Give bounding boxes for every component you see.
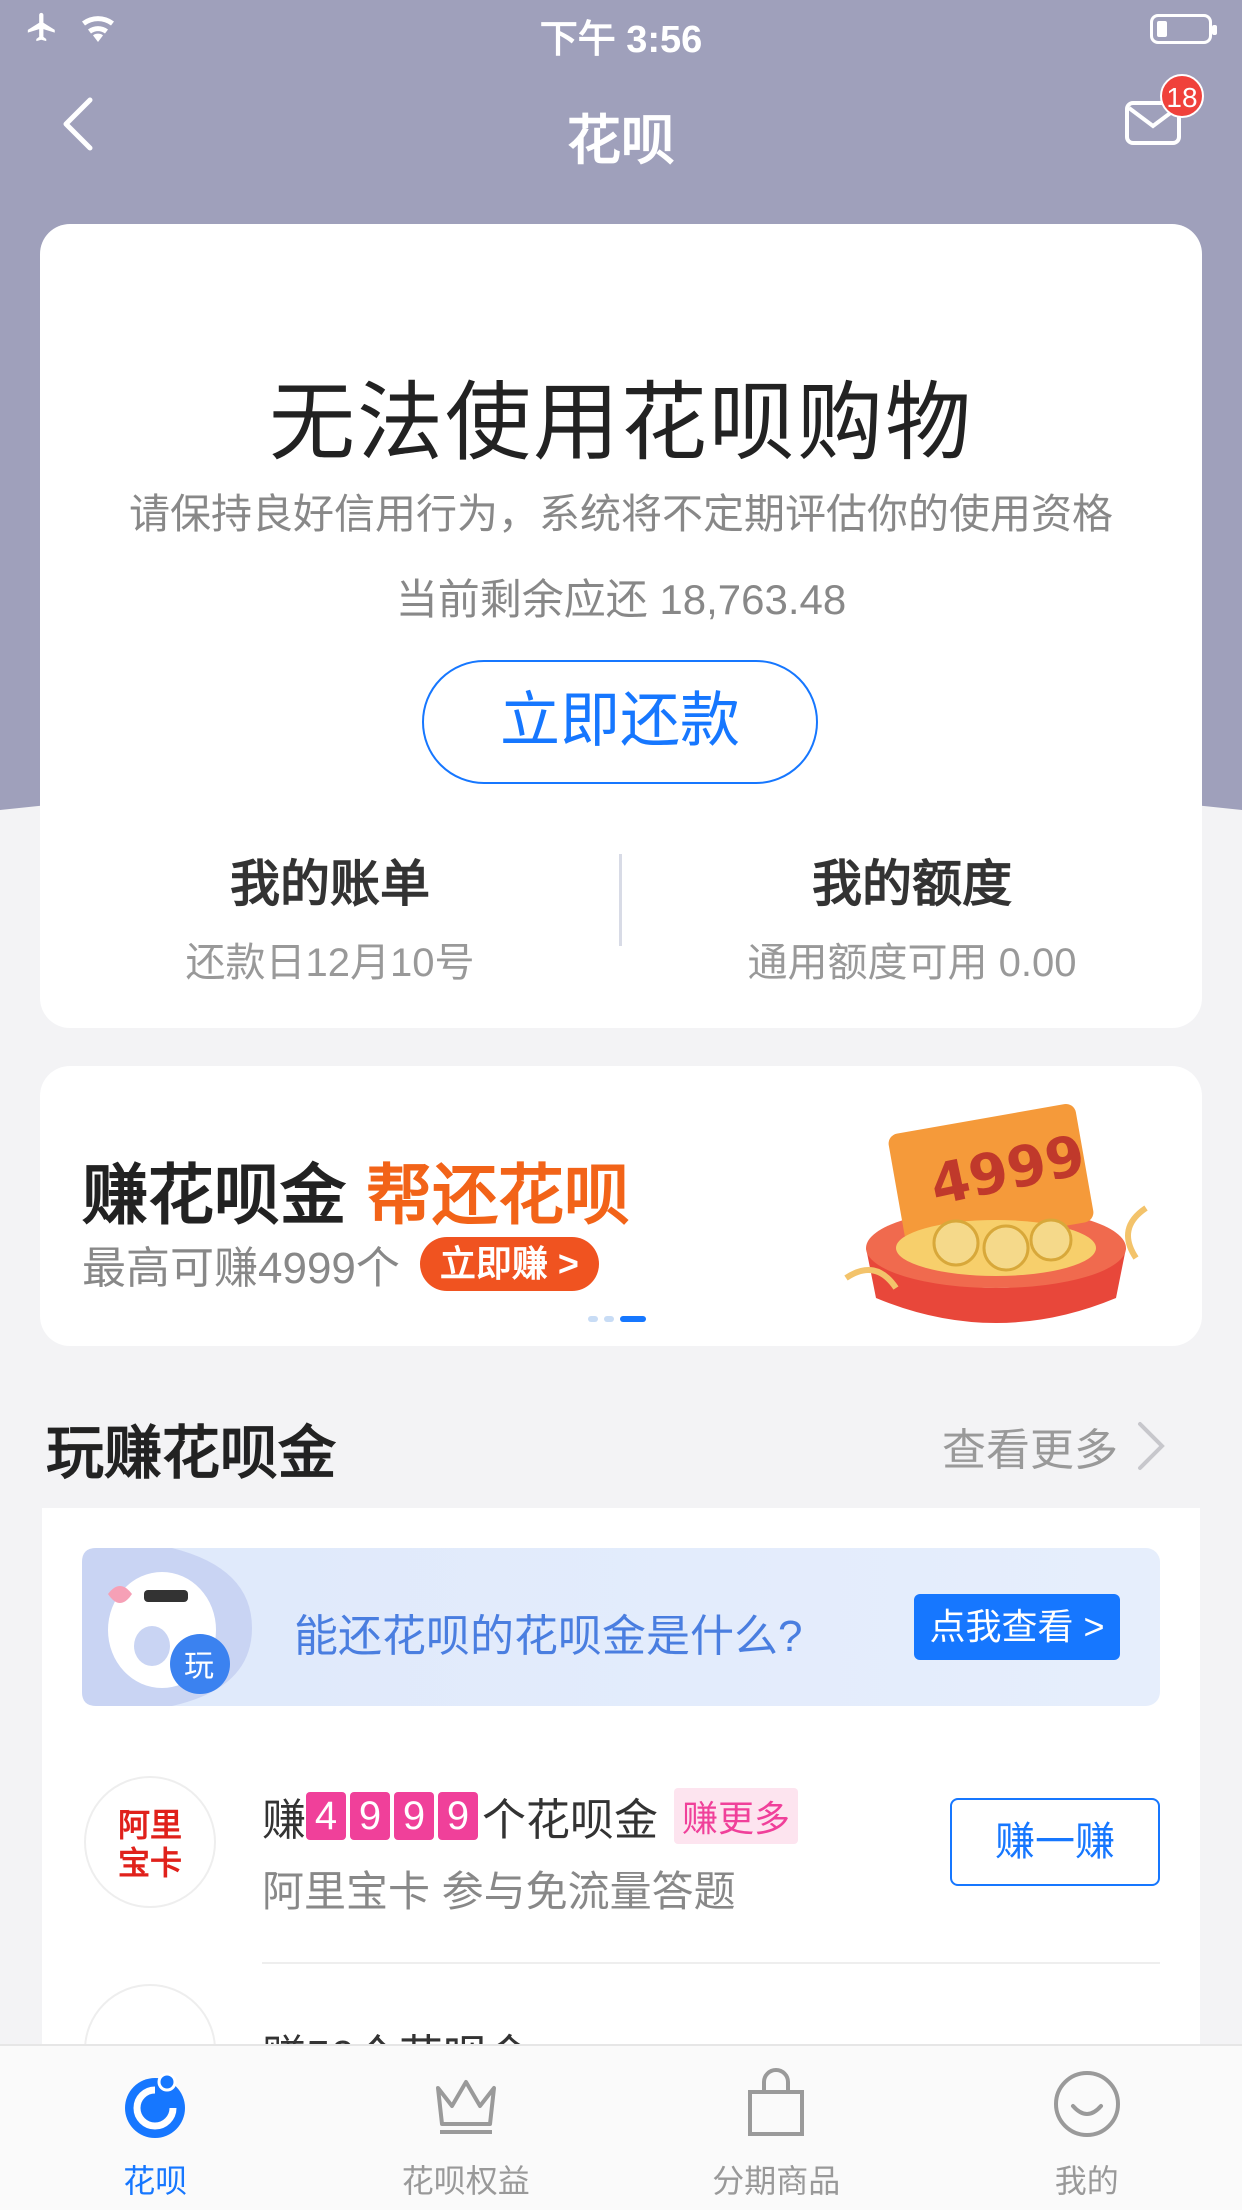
digit-box: 9 <box>438 1792 478 1840</box>
logo-line-1: 阿里 <box>86 1806 214 1844</box>
task-description: 阿里宝卡 参与免流量答题 <box>262 1858 736 1919</box>
my-bill[interactable]: 我的账单 还款日12月10号 <box>40 844 620 988</box>
tab-label: 我的 <box>932 2156 1242 2202</box>
tab-huabei[interactable]: 花呗 <box>0 2046 311 2210</box>
crown-icon <box>430 2068 502 2140</box>
shopping-bag-icon <box>740 2068 812 2140</box>
section-title: 玩赚花呗金 <box>46 1406 336 1490</box>
task-row: 阿里 宝卡 赚 4 9 9 9 个花呗金 赚更多 阿里宝卡 参与免流量答题 赚一… <box>42 1734 1200 1964</box>
earn-more-tag: 赚更多 <box>674 1788 798 1844</box>
battery-icon <box>1150 14 1212 44</box>
promo-headline-main: 赚花呗金 <box>82 1158 346 1232</box>
task-title-prefix: 赚 <box>262 1784 306 1848</box>
info-banner[interactable]: 玩 能还花呗的花呗金是什么? 点我查看 > <box>82 1548 1160 1706</box>
see-more-label: 查看更多 <box>942 1414 1118 1478</box>
earn-now-button[interactable]: 立即赚 > <box>420 1237 599 1291</box>
mascot-badge-text: 玩 <box>184 1649 214 1684</box>
status-time: 下午 3:56 <box>0 8 1242 63</box>
tab-benefits[interactable]: 花呗权益 <box>311 2046 622 2210</box>
info-banner-text: 能还花呗的花呗金是什么? <box>294 1600 802 1664</box>
tab-label: 分期商品 <box>621 2156 932 2202</box>
carousel-dots <box>588 1316 646 1322</box>
status-card: 无法使用花呗购物 请保持良好信用行为，系统将不定期评估你的使用资格 当前剩余应还… <box>40 224 1202 1028</box>
mail-badge: 18 <box>1160 74 1204 118</box>
tab-installment-goods[interactable]: 分期商品 <box>621 2046 932 2210</box>
coin-box-illustration: 4999 <box>836 1098 1156 1328</box>
promo-sub: 最高可赚4999个 <box>82 1232 400 1296</box>
unavailable-title: 无法使用花呗购物 <box>40 352 1202 477</box>
digit-box: 9 <box>394 1792 434 1840</box>
my-limit-title: 我的额度 <box>622 844 1202 916</box>
alibaoka-logo: 阿里 宝卡 <box>84 1776 216 1908</box>
tab-mine[interactable]: 我的 <box>932 2046 1242 2210</box>
my-limit[interactable]: 我的额度 通用额度可用 0.00 <box>622 844 1202 988</box>
my-limit-available: 通用额度可用 0.00 <box>622 930 1202 988</box>
tab-label: 花呗权益 <box>311 2156 622 2202</box>
chevron-right-icon <box>1136 1420 1166 1472</box>
digit-box: 9 <box>350 1792 390 1840</box>
huabei-icon <box>119 2068 191 2140</box>
task-list: 玩 能还花呗的花呗金是什么? 点我查看 > 阿里 宝卡 赚 4 9 9 9 个花… <box>42 1508 1200 2108</box>
digit-box: 4 <box>306 1792 346 1840</box>
check-it-button[interactable]: 点我查看 > <box>914 1594 1120 1660</box>
promo-headline-accent: 帮还花呗 <box>366 1158 630 1232</box>
mascot-avatar-icon: 玩 <box>82 1548 252 1706</box>
task-title-suffix: 个花呗金 <box>482 1784 658 1848</box>
tab-label: 花呗 <box>0 2156 311 2202</box>
page-title: 花呗 <box>0 96 1242 175</box>
repay-now-button[interactable]: 立即还款 <box>422 660 818 784</box>
task-title: 赚 4 9 9 9 个花呗金 赚更多 <box>262 1784 798 1848</box>
my-bill-title: 我的账单 <box>40 844 620 916</box>
section-header: 玩赚花呗金 查看更多 <box>0 1396 1242 1486</box>
tab-bar: 花呗 花呗权益 分期商品 我的 <box>0 2044 1242 2210</box>
status-bar: 下午 3:56 <box>0 0 1242 62</box>
promo-banner[interactable]: 赚花呗金帮还花呗 最高可赚4999个 立即赚 > 4999 <box>40 1066 1202 1346</box>
navigation-bar: 花呗 18 <box>0 70 1242 180</box>
see-more-link[interactable]: 查看更多 <box>942 1414 1166 1478</box>
promo-headline: 赚花呗金帮还花呗 <box>82 1142 630 1238</box>
earn-button[interactable]: 赚一赚 <box>950 1798 1160 1886</box>
my-bill-due-date: 还款日12月10号 <box>40 930 620 988</box>
remaining-due: 当前剩余应还 18,763.48 <box>40 566 1202 627</box>
logo-line-2: 宝卡 <box>86 1844 214 1882</box>
promo-subline: 最高可赚4999个 立即赚 > <box>82 1232 599 1296</box>
smiley-icon <box>1051 2068 1123 2140</box>
unavailable-subtitle: 请保持良好信用行为，系统将不定期评估你的使用资格 <box>40 480 1202 540</box>
